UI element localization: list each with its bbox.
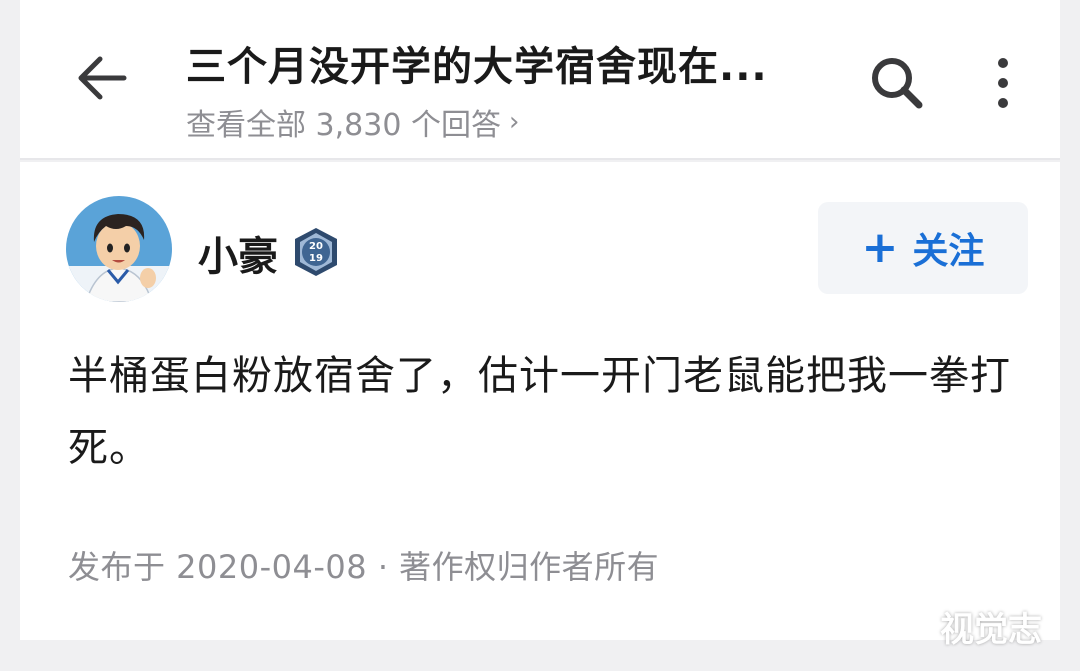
back-button[interactable]	[72, 50, 132, 110]
app-frame: 三个月没开学的大学宿舍现在... 查看全部 3,830 个回答 › 小豪 20 …	[0, 0, 1080, 671]
view-all-answers-label: 查看全部 3,830 个回答	[186, 108, 501, 143]
more-button[interactable]	[978, 52, 1028, 118]
badge-text-bottom: 19	[309, 253, 323, 264]
question-title[interactable]: 三个月没开学的大学宿舍现在...	[186, 34, 836, 92]
publish-info: 发布于 2020-04-08 · 著作权归作者所有	[68, 548, 660, 586]
more-vertical-icon	[995, 55, 1011, 115]
arrow-left-icon	[76, 55, 128, 105]
author-name[interactable]: 小豪	[198, 224, 278, 282]
avatar[interactable]	[66, 196, 172, 302]
top-bar: 三个月没开学的大学宿舍现在... 查看全部 3,830 个回答 ›	[20, 0, 1060, 160]
plus-icon: +	[861, 222, 899, 273]
watermark-logo: 视觉志	[940, 610, 1042, 650]
search-button[interactable]	[862, 50, 932, 120]
chevron-right-icon: ›	[508, 107, 520, 137]
answer-card: 小豪 20 19 + 关注 半桶蛋白粉放宿舍了，估计一开门老鼠能把我一拳打死。 …	[20, 162, 1060, 640]
answer-content: 半桶蛋白粉放宿舍了，估计一开门老鼠能把我一拳打死。	[68, 353, 1011, 471]
view-all-answers-link[interactable]: 查看全部 3,830 个回答 ›	[186, 100, 519, 144]
anniversary-badge-icon: 20 19	[290, 226, 342, 278]
follow-button[interactable]: + 关注	[818, 202, 1028, 294]
search-icon	[867, 53, 927, 117]
badge-text-top: 20	[309, 241, 323, 252]
follow-label: 关注	[912, 231, 985, 272]
